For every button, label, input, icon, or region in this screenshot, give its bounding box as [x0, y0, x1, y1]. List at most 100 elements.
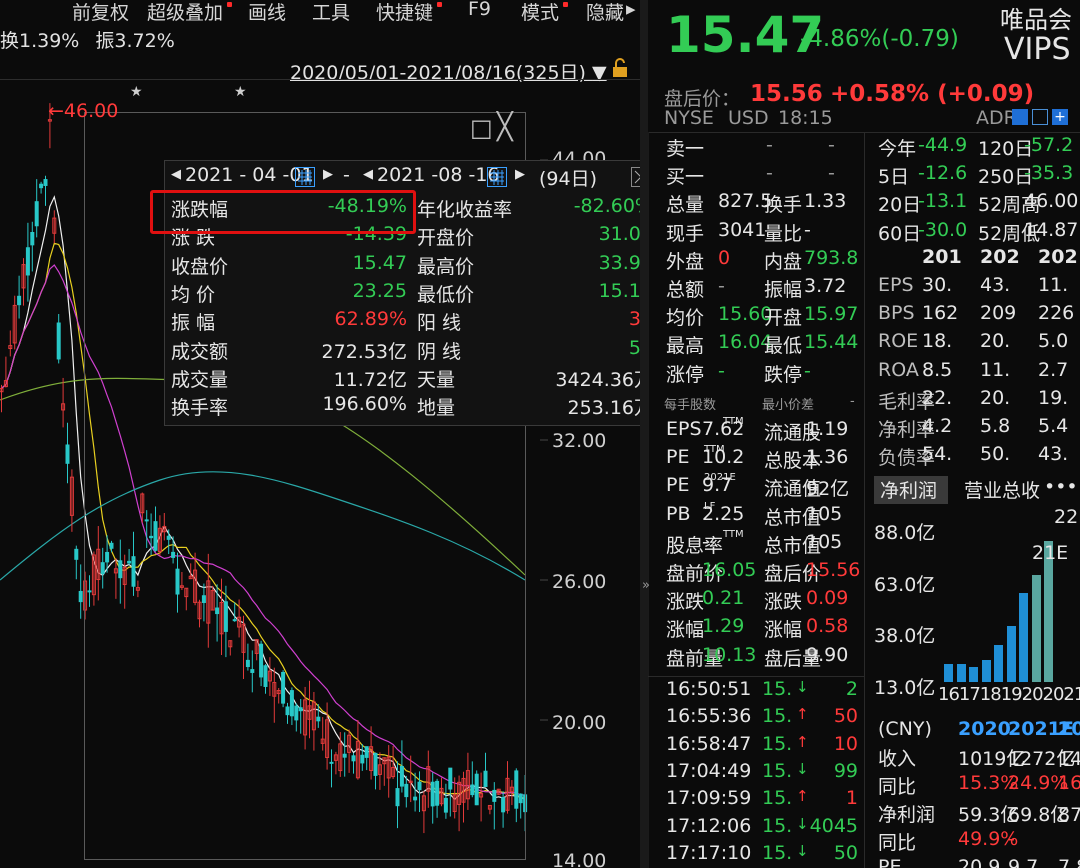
panel-close-icon[interactable] — [631, 167, 640, 187]
stat-value: 31.01 — [598, 223, 640, 246]
bottom-label: 收入 — [878, 748, 917, 770]
next-arrow-icon[interactable]: ▶ — [515, 167, 525, 182]
prev-arrow-icon[interactable]: ◀ — [363, 167, 373, 182]
stat-label: 换手率 — [171, 397, 229, 420]
edit-icon[interactable] — [1012, 109, 1028, 125]
toolbar-item-hide[interactable]: 隐藏 — [586, 0, 624, 25]
valuation-label: 涨幅 — [666, 619, 705, 642]
bottom-label: 净利润 — [878, 804, 936, 826]
trade-volume: 2 — [845, 678, 858, 700]
toolbar-item-adjust[interactable]: 前复权 — [72, 0, 129, 25]
trade-price: 15. — [762, 787, 793, 810]
bottom-value: 20.9 — [958, 856, 1001, 868]
fin-value: 43. — [1038, 443, 1069, 466]
bottom-label: 同比 — [878, 832, 917, 854]
toolbar-more-arrow[interactable]: ▸ — [626, 0, 636, 20]
svg-text:★: ★ — [234, 84, 247, 100]
bottom-value: 9.7 — [1008, 856, 1039, 868]
lock-icon[interactable] — [610, 58, 630, 78]
bell-icon[interactable] — [1032, 109, 1048, 125]
mini-label: - — [850, 394, 855, 409]
kline-chart[interactable]: 前复权 超级叠加 画线 工具 快捷键 F9 模式 隐藏 ▸ 换1.39% 振3.… — [0, 0, 640, 868]
perf-value: -44.9 — [918, 134, 968, 156]
bottom-value: - — [1008, 828, 1015, 850]
calendar-icon[interactable] — [295, 167, 315, 187]
toolbar-item-draw[interactable]: 画线 — [248, 0, 286, 25]
toolbar-item-overlay[interactable]: 超级叠加 — [147, 0, 223, 25]
divider — [648, 132, 649, 868]
divider — [648, 676, 864, 677]
toolbar-item-shortcuts[interactable]: 快捷键 — [376, 0, 433, 25]
stat-label: 地量 — [417, 397, 456, 420]
quote-label: 量比 — [764, 222, 803, 245]
perf-value: 14.87 — [1024, 218, 1079, 241]
quote-label: 外盘 — [666, 250, 705, 273]
valuation-value: 10.13 — [702, 643, 757, 666]
perf-label: 今年 — [878, 138, 917, 160]
valuation-value: 9.7 — [702, 474, 733, 497]
arrow-down-icon: ↓ — [796, 814, 809, 833]
quote-label: 均价 — [666, 307, 705, 330]
stat-label: 开盘价 — [417, 227, 475, 250]
fin-value: 11. — [980, 358, 1011, 381]
quote-value: - — [804, 359, 811, 382]
fin-value: 50. — [980, 443, 1011, 466]
trade-time: 17:04:49 — [666, 759, 752, 782]
stat-value: 62.89% — [334, 308, 407, 331]
more-icon[interactable]: ••• — [1044, 476, 1078, 498]
calendar-icon[interactable] — [487, 167, 507, 187]
perf-value: -57.2 — [1024, 134, 1074, 156]
trade-time: 17:17:10 — [666, 841, 752, 864]
stat-value: -82.60% — [573, 195, 640, 217]
stat-value: 33.97 — [598, 251, 640, 274]
amplitude-stat: 振3.72% — [95, 30, 175, 52]
trade-price: 15. — [762, 705, 793, 728]
fin-value: 18. — [922, 330, 953, 353]
prev-arrow-icon[interactable]: ◀ — [171, 167, 181, 182]
toolbar-item-tools[interactable]: 工具 — [312, 0, 350, 25]
stock-name: 唯品会 — [1000, 6, 1072, 34]
arrow-down-icon: ↓ — [796, 841, 809, 860]
stat-label: 阳 线 — [417, 312, 462, 335]
next-arrow-icon[interactable]: ▶ — [323, 167, 333, 182]
mini-label: 最小价差 — [762, 398, 815, 413]
perf-label: 20日 — [878, 194, 922, 217]
quote-value: 3.72 — [804, 275, 847, 297]
currency: USD — [728, 107, 769, 129]
bar-y-tick: 88.0亿 — [874, 522, 936, 544]
fin-value: 5.8 — [980, 415, 1011, 437]
quote-value: - — [766, 162, 773, 185]
end-date[interactable]: 2021 -08 -16 — [377, 164, 500, 186]
stat-label: 最低价 — [417, 283, 475, 306]
day-count: (94日) — [539, 168, 598, 190]
profit-bar — [994, 645, 1003, 682]
high-marker: ←46.00 — [48, 100, 119, 122]
tab-revenue[interactable]: 营业总收 — [964, 476, 1044, 503]
bar-y-tick: 13.0亿 — [874, 676, 936, 699]
splitter[interactable] — [640, 0, 648, 868]
y-tick: 32.00 — [552, 430, 607, 452]
add-icon[interactable]: + — [1052, 109, 1068, 125]
valuation-value: 16.05 — [702, 559, 757, 581]
stat-label: 收盘价 — [171, 255, 229, 278]
toolbar-item-mode[interactable]: 模式 — [521, 0, 559, 25]
fin-value: 19. — [1038, 386, 1069, 409]
stat-value: 57 — [628, 336, 640, 359]
quote-value: - — [718, 275, 725, 297]
quote-label: 开盘 — [764, 307, 803, 330]
toolbar-item-f9[interactable]: F9 — [468, 0, 491, 20]
stat-label: 成交量 — [171, 368, 229, 391]
fin-value: 226 — [1038, 302, 1075, 325]
close-icon[interactable]: ╳ — [497, 112, 513, 142]
stats-line: 换1.39% 振3.72% — [0, 26, 175, 53]
maximize-icon[interactable]: □ — [470, 114, 493, 142]
bar-y-tick: 38.0亿 — [874, 625, 936, 647]
collapse-arrow-icon[interactable]: » — [642, 578, 650, 593]
fin-year: 202 — [980, 246, 1020, 268]
trade-volume: 4045 — [809, 814, 858, 837]
valuation-value: 10.2 — [702, 446, 745, 469]
stat-value: 11.72亿 — [333, 368, 407, 391]
trade-volume: 1 — [845, 787, 858, 810]
valuation-label: PB — [666, 502, 691, 525]
trade-price: 15. — [762, 841, 793, 864]
